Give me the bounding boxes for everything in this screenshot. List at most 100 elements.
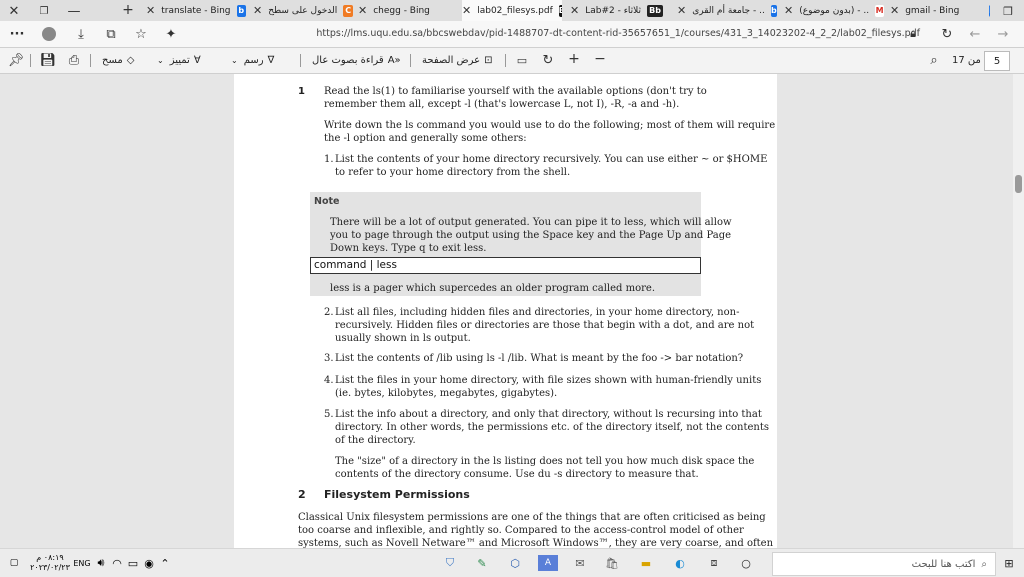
close-tab-icon[interactable]: ✕ <box>462 4 471 17</box>
close-tab-icon[interactable]: ✕ <box>253 4 262 17</box>
para-line: Write down the ls command you would use … <box>324 120 776 131</box>
minimize-icon[interactable]: — <box>66 3 82 19</box>
favorites-icon[interactable]: ☆ <box>132 25 150 43</box>
tab-translate[interactable]: ✕ translate - Bing b <box>146 0 246 21</box>
url-field[interactable]: https://lms.uqu.edu.sa/bbcswebdav/pid-14… <box>220 24 920 44</box>
lock-icon[interactable]: 🔒︎ <box>904 25 922 43</box>
edge-icon[interactable]: ◐ <box>670 549 690 577</box>
fit-page-button[interactable]: عرض الصفحة ⊡ <box>422 48 493 73</box>
more-menu-icon[interactable]: ··· <box>8 25 26 43</box>
tab-actions-icon[interactable]: ❒ <box>1000 3 1016 19</box>
start-button[interactable]: ⊞ <box>998 549 1020 577</box>
mail-icon[interactable]: ✉ <box>570 549 590 577</box>
scrollbar-thumb[interactable] <box>1015 175 1022 193</box>
chevron-up-icon[interactable]: ⌃ <box>158 549 172 577</box>
close-tab-icon[interactable]: ✕ <box>358 4 367 17</box>
rotate-icon[interactable]: ↻ <box>540 52 556 68</box>
note-title: Note <box>314 196 340 207</box>
blackboard-icon: Bb <box>647 4 664 17</box>
read-aloud-button[interactable]: قراءة بصوت عال A» <box>312 48 401 73</box>
store-icon[interactable]: 🛍︎ <box>602 549 622 577</box>
cube-app-icon[interactable]: ⬡ <box>505 549 525 577</box>
section-2-number: 2 <box>298 488 306 501</box>
note-line: Down keys. Type q to exit less. <box>330 243 487 254</box>
refresh-icon[interactable]: ↻ <box>938 25 956 43</box>
erase-label: مسح <box>102 55 123 66</box>
erase-button[interactable]: مسح ◇ <box>102 48 134 73</box>
tab-gmail-bing[interactable]: ✕ gmail - Bing b <box>890 0 990 21</box>
para-line: too coarse and inflexible, and rightly s… <box>298 525 744 536</box>
forward-icon[interactable]: ← <box>966 25 984 43</box>
battery-icon[interactable]: ▭ <box>126 549 140 577</box>
page-number-input[interactable]: 5 <box>984 51 1010 71</box>
paint-app-icon[interactable]: ✎ <box>472 549 492 577</box>
command-example: command | less <box>310 257 701 274</box>
zoom-in-icon[interactable]: + <box>566 51 582 67</box>
language-indicator[interactable]: ENG <box>72 549 92 577</box>
pen-icon: ∇ <box>267 55 275 66</box>
section-2-title: Filesystem Permissions <box>324 488 470 501</box>
back-icon[interactable]: → <box>994 25 1012 43</box>
close-window-icon[interactable]: ✕ <box>6 3 22 19</box>
list-line: recursively. Hidden files or directories… <box>335 320 755 331</box>
section-1-number: 1 <box>298 86 305 97</box>
para-line: Read the ls(1) to familiarise yourself w… <box>324 86 707 97</box>
taskbar-search[interactable]: اكتب هنا للبحث ⌕ <box>772 552 996 576</box>
scrollbar[interactable] <box>1013 74 1024 548</box>
print-icon[interactable]: ⎙ <box>66 52 82 68</box>
pdf-toolbar: 📌︎ 💾︎ ⎙ مسح ◇ ⌄ تمييز ∀ ⌄ رسم ∇ قراءة بصوت عا… <box>0 48 1024 74</box>
tab-uqu[interactable]: ✕ جامعة أم القرى - .. b <box>677 0 777 21</box>
restore-icon[interactable]: ❐ <box>36 3 52 19</box>
cortana-icon[interactable]: ○ <box>736 549 756 577</box>
collections-icon[interactable]: ⧉ <box>102 25 120 43</box>
save-icon[interactable]: 💾︎ <box>40 52 57 68</box>
tab-login[interactable]: ✕ الدخول على سطح C <box>253 0 353 21</box>
search-icon: ⌕ <box>981 558 987 570</box>
date-text: ٢٠٢٣/٠٢/٢٣ <box>30 563 70 572</box>
search-icon[interactable]: ⌕ <box>926 52 942 68</box>
notifications-icon[interactable]: ▢ <box>4 549 24 577</box>
file-explorer-icon[interactable]: ▬ <box>636 549 656 577</box>
tab-lab2[interactable]: ✕ Lab#2 - ثلاثاء Bb <box>570 0 670 21</box>
pin-icon[interactable]: 📌︎ <box>8 52 25 68</box>
time-text: ٠٨:١٩ م <box>36 553 64 562</box>
bing-icon: b <box>989 4 990 17</box>
new-tab-icon[interactable]: + <box>120 2 136 18</box>
security-icon[interactable]: ◉ <box>142 549 156 577</box>
highlighter-icon: ∀ <box>193 55 201 66</box>
drawing-app-icon[interactable]: A <box>538 555 558 571</box>
zoom-out-icon[interactable]: − <box>592 51 608 67</box>
wifi-icon[interactable]: ◠ <box>110 549 124 577</box>
tab-chegg[interactable]: ✕chegg - Bingb <box>358 0 458 21</box>
close-tab-icon[interactable]: ✕ <box>890 4 899 17</box>
chevron-down-icon: ⌄ <box>157 56 164 65</box>
profile-avatar[interactable] <box>40 25 58 43</box>
shield-app-icon[interactable]: ⛉ <box>440 549 460 577</box>
tab-mail[interactable]: ✕ (بدون موضوع) - .. M <box>784 0 884 21</box>
list-line: List the files in your home directory, w… <box>335 375 762 386</box>
close-tab-icon[interactable]: ✕ <box>784 4 793 17</box>
note-line: less is a pager which supercedes an olde… <box>330 283 656 294</box>
list-line: (ie. bytes, kilobytes, megabytes, gigaby… <box>335 388 558 399</box>
tab-lab02-pdf[interactable]: ✕ lab02_filesys.pdf Bb <box>462 0 562 21</box>
close-tab-icon[interactable]: ✕ <box>146 4 155 17</box>
draw-button[interactable]: ⌄ رسم ∇ <box>231 48 274 73</box>
highlight-button[interactable]: ⌄ تمييز ∀ <box>157 48 201 73</box>
page-view-icon[interactable]: ▭ <box>514 52 530 68</box>
clock[interactable]: ٠٨:١٩ م ٢٠٢٣/٠٢/٢٣ <box>30 549 70 577</box>
address-bar: ··· ⤓ ⧉ ☆ ✦ https://lms.uqu.edu.sa/bbcsw… <box>0 21 1024 48</box>
fit-label: عرض الصفحة <box>422 55 481 66</box>
downloads-icon[interactable]: ⤓ <box>72 25 90 43</box>
tab-label: الدخول على سطح <box>268 5 338 16</box>
para-line: Classical Unix filesystem permissions ar… <box>298 512 766 523</box>
close-tab-icon[interactable]: ✕ <box>570 4 579 17</box>
list-number: 2. <box>324 307 334 318</box>
list-line: contents of the directory consume. Use d… <box>335 469 699 480</box>
tab-label: جامعة أم القرى - .. <box>692 5 765 16</box>
page-count: من 17 <box>952 55 981 66</box>
volume-icon[interactable]: 🔊︎ <box>94 549 108 577</box>
close-tab-icon[interactable]: ✕ <box>677 4 686 17</box>
task-view-icon[interactable]: ⧈ <box>704 549 724 577</box>
tab-label: chegg - Bing <box>373 5 430 16</box>
extensions-icon[interactable]: ✦ <box>162 25 180 43</box>
